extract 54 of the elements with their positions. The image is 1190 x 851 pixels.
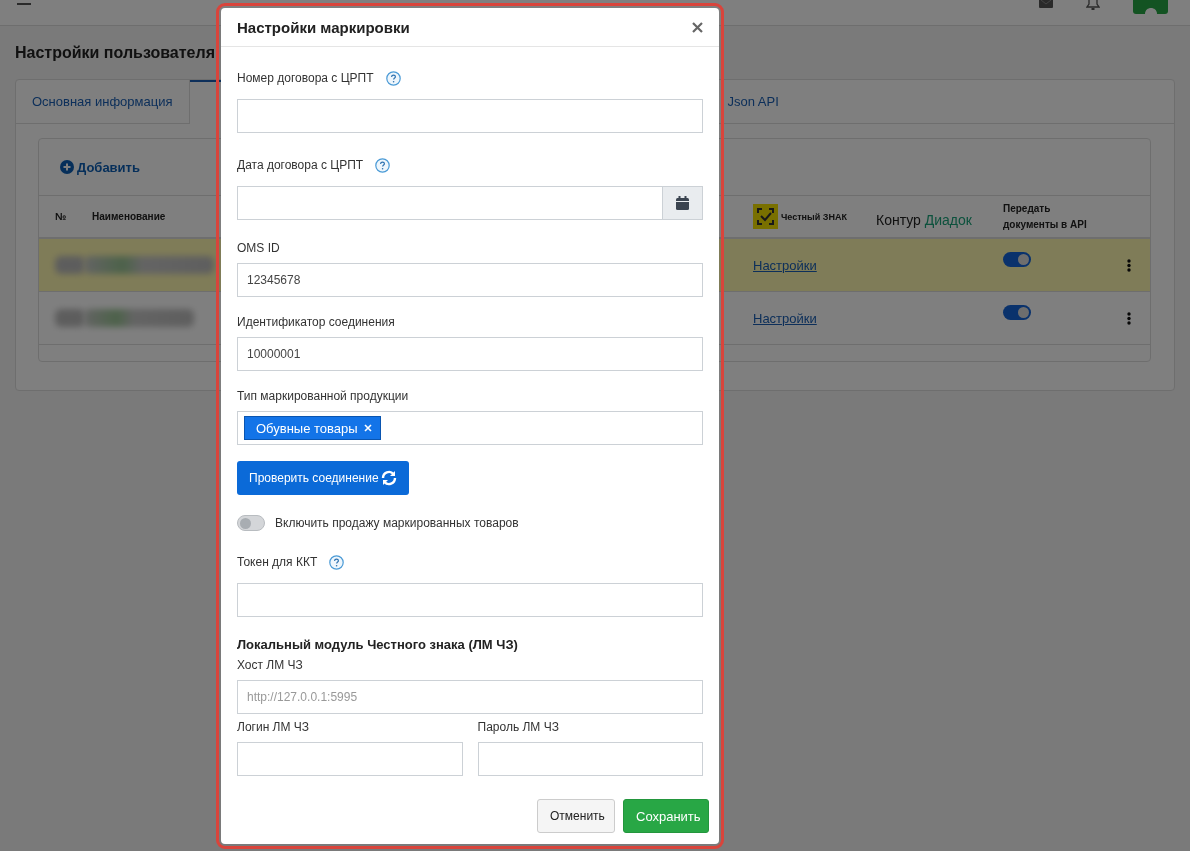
plus-circle-icon [60, 160, 74, 174]
input-field[interactable] [237, 742, 463, 776]
cancel-button[interactable]: Отменить [537, 799, 615, 833]
settings-link[interactable]: Настройки [753, 310, 817, 326]
profile-button[interactable] [1133, 0, 1168, 14]
field-label: Логин ЛМ ЧЗ [237, 720, 310, 734]
input-field[interactable] [237, 186, 663, 220]
input-field[interactable] [477, 742, 703, 776]
kontur-diadok-logo: Контур Диадок [876, 211, 972, 228]
field-label: Пароль ЛМ ЧЗ [477, 720, 559, 734]
field-label: Идентификатор соединения [237, 315, 395, 329]
bell-icon[interactable] [1086, 0, 1100, 10]
calendar-icon [676, 196, 689, 210]
close-icon[interactable] [692, 21, 703, 33]
selected-tag: Обувные товары [244, 416, 381, 440]
section-heading: Локальный модуль Честного знака (ЛМ ЧЗ) [237, 637, 519, 652]
help-icon[interactable] [329, 554, 345, 570]
user-icon [1143, 6, 1158, 14]
toggle-switch[interactable] [1003, 251, 1031, 267]
tab[interactable]: Основная информация [16, 80, 190, 123]
field-label: Дата договора с ЦРПТ [237, 158, 364, 172]
input-field[interactable]: 10000001 [237, 337, 703, 371]
kebab-menu-icon[interactable] [1127, 258, 1131, 272]
field-label: Тип маркированной продукции [237, 389, 409, 403]
column-header: Передать документы в API [1003, 201, 1088, 232]
tag-select-field[interactable]: Обувные товары [237, 411, 703, 445]
input-field[interactable] [237, 583, 703, 617]
input-field[interactable]: 12345678 [237, 263, 703, 297]
calendar-button[interactable] [663, 186, 703, 220]
input-field[interactable] [237, 99, 703, 133]
toggle-switch[interactable] [237, 515, 265, 531]
chestny-znak-logo: Честный ЗНАК [753, 204, 847, 229]
check-frame-icon [753, 204, 778, 229]
field-label: OMS ID [237, 241, 280, 255]
field-label: Хост ЛМ ЧЗ [237, 658, 303, 672]
help-icon[interactable] [375, 157, 391, 173]
settings-link[interactable]: Настройки [753, 257, 817, 273]
save-button[interactable]: Сохранить [623, 799, 709, 833]
kebab-menu-icon[interactable] [1127, 311, 1131, 325]
page-title: Настройки пользователя [15, 43, 216, 63]
input-field[interactable]: http://127.0.0.1:5995 [237, 680, 703, 714]
menu-icon[interactable] [17, 0, 31, 6]
field-label: Номер договора с ЦРПТ [237, 71, 374, 85]
column-header: № [55, 209, 67, 224]
toggle-switch[interactable] [1003, 304, 1031, 320]
check-connection-button[interactable]: Проверить соединение [237, 461, 409, 495]
toggle-label: Включить продажу маркированных товаров [275, 516, 519, 530]
add-button[interactable]: Добавить [60, 159, 140, 175]
remove-icon[interactable] [363, 424, 372, 432]
column-header: Наименование [92, 209, 166, 224]
refresh-icon [380, 470, 397, 486]
modal-title: Настройки маркировки [237, 18, 410, 36]
help-icon[interactable] [385, 70, 401, 86]
field-label: Токен для ККТ [237, 555, 318, 569]
